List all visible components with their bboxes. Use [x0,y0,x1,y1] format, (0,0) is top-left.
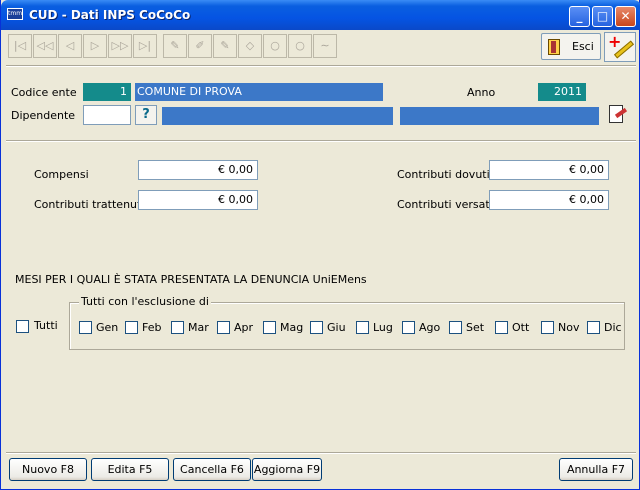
contributi-trattenuti-field[interactable]: € 0,00 [138,190,258,210]
delete-record-icon[interactable]: ✎ [213,34,237,58]
exclusion-group-title: Tutti con l'esclusione di [79,295,211,308]
aggiorna-button[interactable]: Aggiorna F9 [252,458,322,481]
exit-door-icon [548,39,560,55]
month-checkbox-dic[interactable] [587,321,600,334]
lookup-button[interactable]: ? [135,105,157,125]
contributi-trattenuti-label: Contributi trattenuti [34,198,145,211]
compensi-field[interactable]: € 0,00 [138,160,258,180]
codice-ente-field[interactable]: 1 [83,83,131,101]
dipendente-field[interactable] [83,105,131,125]
title-bar: tmm CUD - Dati INPS CoCoCo _ □ ✕ [1,0,640,30]
first-record-icon[interactable]: |◁ [8,34,32,58]
wizard-button[interactable]: + [604,32,636,62]
ente-name-field: COMUNE DI PROVA [135,83,383,101]
maximize-button[interactable]: □ [592,6,613,27]
month-checkbox-feb[interactable] [125,321,138,334]
month-checkbox-mar[interactable] [171,321,184,334]
close-button[interactable]: ✕ [615,6,636,27]
contributi-dovuti-field[interactable]: € 0,00 [489,160,609,180]
last-record-icon[interactable]: ▷| [133,34,157,58]
nuovo-button[interactable]: Nuovo F8 [9,458,87,481]
codice-ente-label: Codice ente [11,86,77,99]
month-checkbox-apr[interactable] [217,321,230,334]
add-record-icon[interactable]: ✎ [163,34,187,58]
document-edit-icon[interactable] [605,103,629,127]
contributi-dovuti-label: Contributi dovuti [397,168,490,181]
month-label: Feb [142,321,162,334]
app-window: tmm CUD - Dati INPS CoCoCo _ □ ✕ |◁ ◁◁ ◁… [0,0,640,490]
compensi-label: Compensi [34,168,89,181]
month-label: Giu [327,321,346,334]
month-checkbox-set[interactable] [449,321,462,334]
window-title: CUD - Dati INPS CoCoCo [29,8,191,22]
month-checkbox-nov[interactable] [541,321,554,334]
prev-page-icon[interactable]: ◁◁ [33,34,57,58]
tutti-checkbox[interactable] [16,320,29,333]
anno-field[interactable]: 2011 [538,83,586,101]
minimize-button[interactable]: _ [569,6,590,27]
month-label: Set [466,321,485,334]
month-label: Mag [280,321,304,334]
month-label: Lug [373,321,393,334]
month-label: Gen [96,321,119,334]
dipendente-name-field [400,107,599,125]
month-label: Nov [558,321,580,334]
edit-record-icon[interactable]: ✐ [188,34,212,58]
anno-label: Anno [467,86,496,99]
month-checkbox-lug[interactable] [356,321,369,334]
month-checkbox-gen[interactable] [79,321,92,334]
annulla-button[interactable]: Annulla F7 [559,458,633,481]
month-checkbox-ott[interactable] [495,321,508,334]
next-record-icon[interactable]: ▷ [83,34,107,58]
month-label: Ago [419,321,441,334]
plus-icon: + [608,32,622,51]
search-advanced-icon[interactable]: ○ [288,34,312,58]
separator [6,452,636,454]
cancella-button[interactable]: Cancella F6 [173,458,251,481]
separator [6,140,636,142]
month-label: Mar [188,321,209,334]
month-label: Ott [512,321,530,334]
toolbar: |◁ ◁◁ ◁ ▷ ▷▷ ▷| ✎ ✐ ✎ ◇ ○ ○ ∼ Esci + [6,32,636,62]
esci-label: Esci [572,40,594,53]
month-checkbox-ago[interactable] [402,321,415,334]
tutti-label: Tutti [34,319,58,332]
separator [6,65,636,67]
month-label: Apr [234,321,254,334]
months-section-title: MESI PER I QUALI È STATA PRESENTATA LA D… [15,273,367,286]
dipendente-label: Dipendente [11,109,76,122]
esci-button[interactable]: Esci [541,33,601,60]
month-checkbox-giu[interactable] [310,321,323,334]
contributi-versati-field[interactable]: € 0,00 [489,190,609,210]
search-icon[interactable]: ○ [263,34,287,58]
app-icon: tmm [7,8,23,20]
eraser-icon[interactable]: ◇ [238,34,262,58]
month-label: Dic [604,321,622,334]
dipendente-surname-field [162,107,393,125]
undo-icon[interactable]: ∼ [313,34,337,58]
contributi-versati-label: Contributi versati [397,198,493,211]
month-checkbox-mag[interactable] [263,321,276,334]
edita-button[interactable]: Edita F5 [91,458,169,481]
prev-record-icon[interactable]: ◁ [58,34,82,58]
next-page-icon[interactable]: ▷▷ [108,34,132,58]
